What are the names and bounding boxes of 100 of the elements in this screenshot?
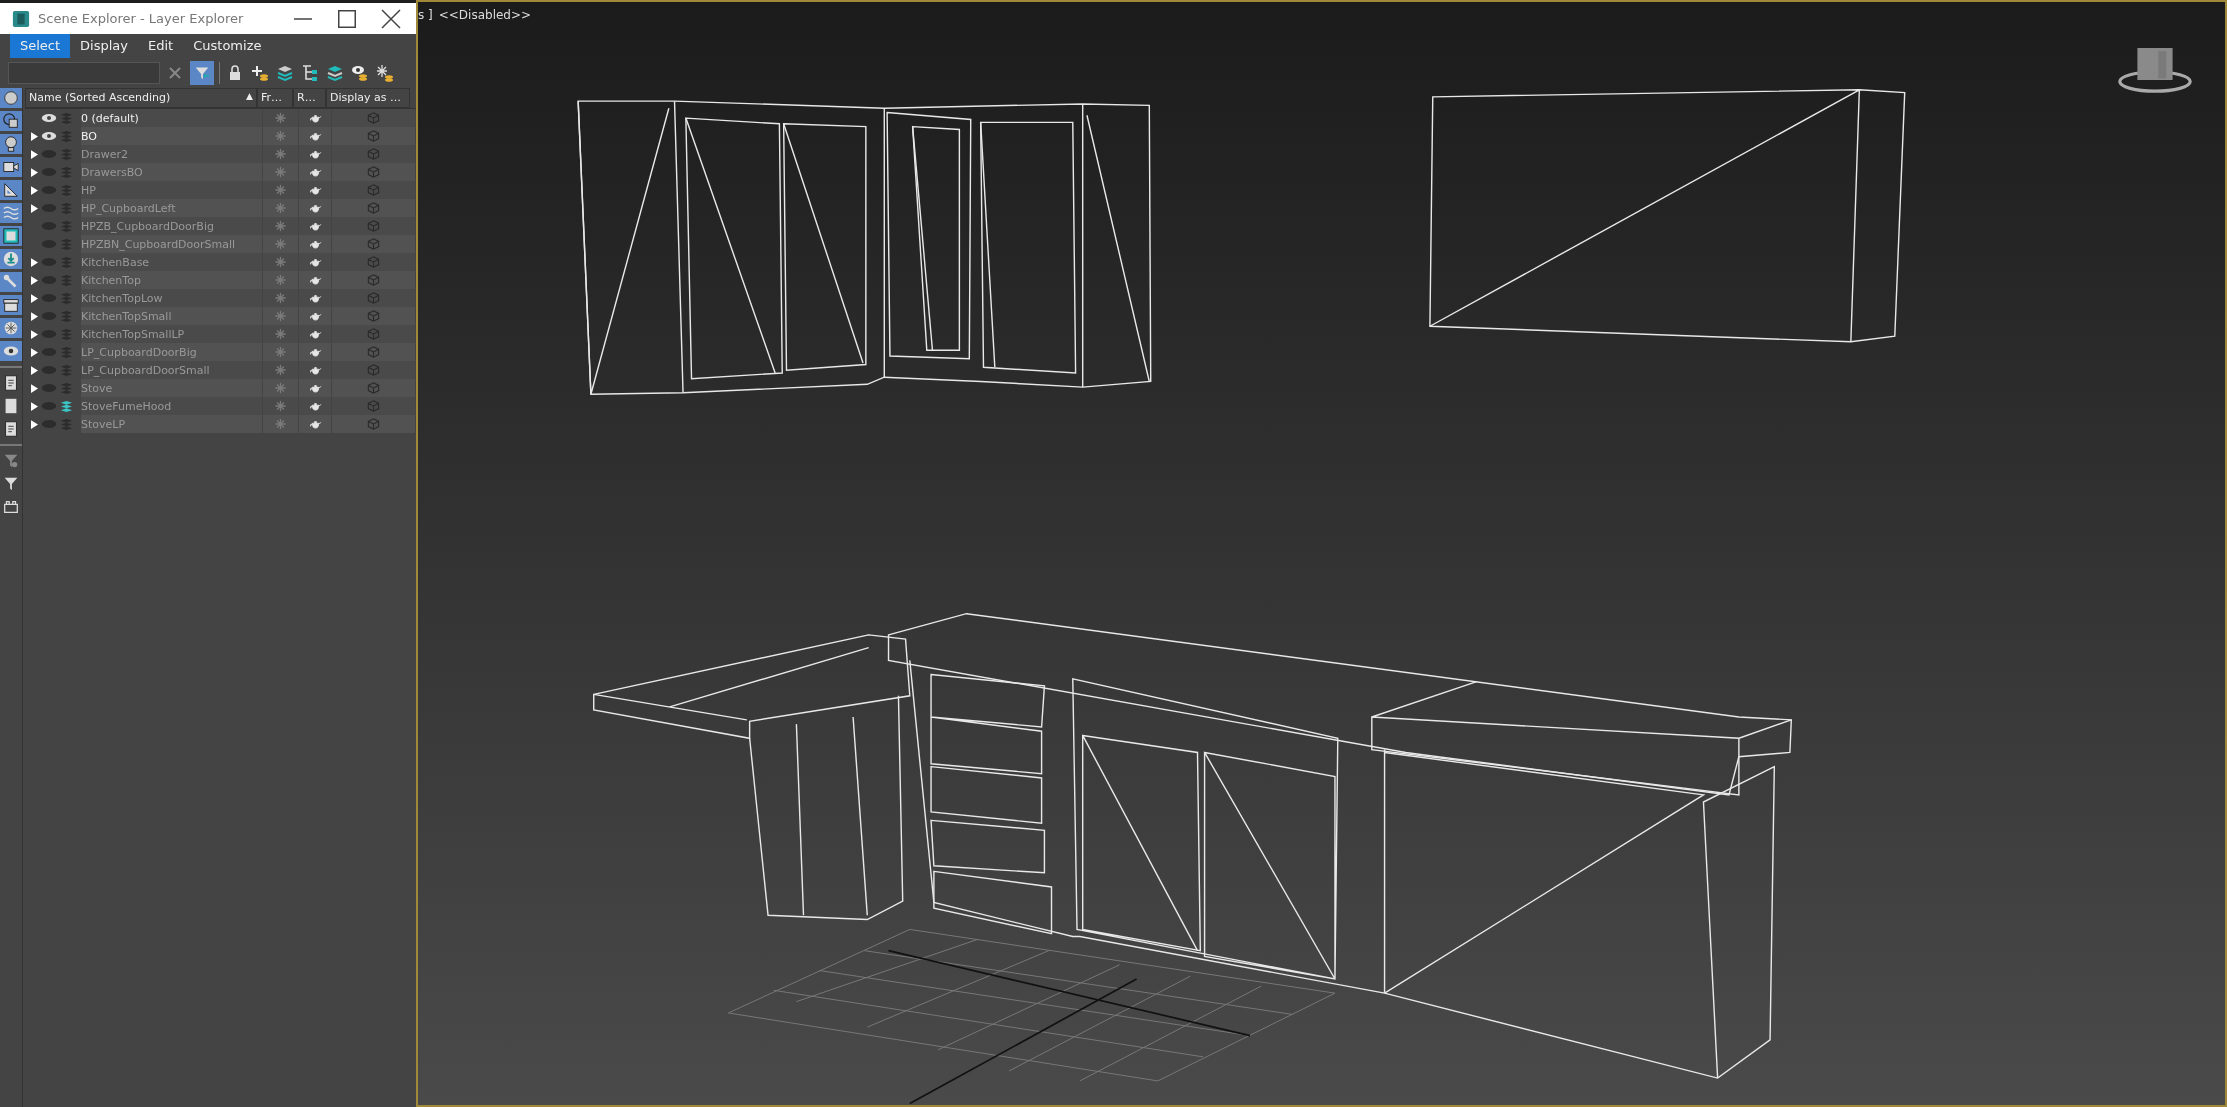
snowflake-icon[interactable] bbox=[274, 400, 287, 412]
snowflake-icon[interactable] bbox=[274, 166, 287, 178]
teapot-icon[interactable] bbox=[308, 184, 322, 196]
eye-icon[interactable] bbox=[41, 113, 57, 123]
snowflake-icon[interactable] bbox=[274, 148, 287, 160]
expand-arrow-icon[interactable] bbox=[31, 347, 38, 357]
hierarchy-icon[interactable] bbox=[300, 63, 320, 83]
box-icon[interactable] bbox=[367, 256, 380, 268]
snowflake-icon[interactable] bbox=[274, 130, 287, 142]
layer-icon[interactable] bbox=[60, 399, 73, 413]
box-icon[interactable] bbox=[367, 130, 380, 142]
group-filter-button[interactable] bbox=[0, 226, 22, 246]
shapes-filter-button[interactable] bbox=[0, 111, 22, 131]
container-filter-button[interactable] bbox=[0, 295, 22, 315]
helper-filter-button[interactable] bbox=[0, 180, 22, 200]
box-icon[interactable] bbox=[367, 382, 380, 394]
add-layer-icon[interactable] bbox=[250, 63, 270, 83]
expand-arrow-icon[interactable] bbox=[31, 365, 38, 375]
box-icon[interactable] bbox=[367, 328, 380, 340]
box-icon[interactable] bbox=[367, 148, 380, 160]
expand-arrow-icon[interactable] bbox=[31, 329, 38, 339]
expand-arrow-icon[interactable] bbox=[31, 275, 38, 285]
box-icon[interactable] bbox=[367, 346, 380, 358]
box-icon[interactable] bbox=[367, 292, 380, 304]
teapot-icon[interactable] bbox=[308, 202, 322, 214]
menu-item[interactable]: Customize bbox=[183, 34, 272, 58]
snowflake-icon[interactable] bbox=[274, 274, 287, 286]
download-filter-button[interactable] bbox=[0, 249, 22, 269]
frozen-column-header[interactable]: Fr… bbox=[257, 88, 293, 108]
box-icon[interactable] bbox=[367, 274, 380, 286]
snowflake-icon[interactable] bbox=[274, 310, 287, 322]
box-icon[interactable] bbox=[367, 112, 380, 124]
teapot-icon[interactable] bbox=[308, 130, 322, 142]
box-icon[interactable] bbox=[367, 166, 380, 178]
box-icon[interactable] bbox=[367, 184, 380, 196]
menu-item[interactable]: Select bbox=[10, 34, 71, 58]
menu-item[interactable]: Display bbox=[70, 34, 139, 58]
teapot-icon[interactable] bbox=[308, 346, 322, 358]
box-icon[interactable] bbox=[367, 418, 380, 430]
box-icon[interactable] bbox=[367, 238, 380, 250]
box-icon[interactable] bbox=[367, 202, 380, 214]
snowflake-icon[interactable] bbox=[274, 418, 287, 430]
snowflake-icon[interactable] bbox=[274, 112, 287, 124]
expand-arrow-icon[interactable] bbox=[31, 293, 38, 303]
render-column-header[interactable]: R… bbox=[293, 88, 326, 108]
teapot-icon[interactable] bbox=[308, 328, 322, 340]
snowflake-icon[interactable] bbox=[274, 364, 287, 376]
teapot-icon[interactable] bbox=[308, 274, 322, 286]
snowflake-icon[interactable] bbox=[274, 238, 287, 250]
expand-arrow-icon[interactable] bbox=[31, 383, 38, 393]
snowflake-icon[interactable] bbox=[274, 382, 287, 394]
box-icon[interactable] bbox=[367, 400, 380, 412]
snowflake-icon[interactable] bbox=[274, 220, 287, 232]
snow-filter-button[interactable] bbox=[0, 318, 22, 338]
teapot-icon[interactable] bbox=[308, 238, 322, 250]
display-column-header[interactable]: Display as … bbox=[326, 88, 410, 108]
light-filter-button[interactable] bbox=[0, 134, 22, 154]
eye-icon[interactable] bbox=[41, 131, 57, 141]
search-field[interactable] bbox=[8, 62, 160, 84]
expand-arrow-icon[interactable] bbox=[31, 401, 38, 411]
teapot-icon[interactable] bbox=[308, 112, 322, 124]
teapot-icon[interactable] bbox=[308, 382, 322, 394]
snowflake-icon[interactable] bbox=[274, 256, 287, 268]
circle-filter-button[interactable] bbox=[0, 88, 22, 108]
box-icon[interactable] bbox=[367, 364, 380, 376]
expand-arrow-icon[interactable] bbox=[31, 203, 38, 213]
box-icon[interactable] bbox=[367, 220, 380, 232]
layers-icon[interactable] bbox=[325, 63, 345, 83]
teapot-icon[interactable] bbox=[308, 364, 322, 376]
teapot-icon[interactable] bbox=[308, 400, 322, 412]
snowflake-icon[interactable] bbox=[274, 346, 287, 358]
eye-filter-button[interactable] bbox=[0, 341, 22, 361]
expand-arrow-icon[interactable] bbox=[31, 419, 38, 429]
menu-item[interactable]: Edit bbox=[138, 34, 184, 58]
teapot-icon[interactable] bbox=[308, 418, 322, 430]
camera-filter-button[interactable] bbox=[0, 157, 22, 177]
expand-arrow-icon[interactable] bbox=[31, 185, 38, 195]
hidden-eye-icon[interactable] bbox=[41, 221, 57, 231]
freeze-layer-icon[interactable] bbox=[375, 63, 395, 83]
expand-arrow-icon[interactable] bbox=[31, 167, 38, 177]
snowflake-icon[interactable] bbox=[274, 202, 287, 214]
snowflake-icon[interactable] bbox=[274, 328, 287, 340]
expand-arrow-icon[interactable] bbox=[31, 131, 38, 141]
snowflake-icon[interactable] bbox=[274, 292, 287, 304]
viewport-label[interactable]: s ] bbox=[418, 8, 433, 22]
name-column-header[interactable]: Name (Sorted Ascending) ▲ bbox=[25, 88, 257, 108]
teapot-icon[interactable] bbox=[308, 220, 322, 232]
hidden-eye-icon[interactable] bbox=[41, 239, 57, 249]
teapot-icon[interactable] bbox=[308, 166, 322, 178]
filter-button[interactable] bbox=[190, 61, 214, 85]
box-icon[interactable] bbox=[367, 310, 380, 322]
layers-add-icon[interactable] bbox=[275, 63, 295, 83]
eye-layer-icon[interactable] bbox=[350, 63, 370, 83]
expand-arrow-icon[interactable] bbox=[31, 311, 38, 321]
teapot-icon[interactable] bbox=[308, 256, 322, 268]
teapot-icon[interactable] bbox=[308, 148, 322, 160]
viewport[interactable]: s ] <<Disabled>> bbox=[416, 0, 2227, 1107]
teapot-icon[interactable] bbox=[308, 292, 322, 304]
viewport-label[interactable]: <<Disabled>> bbox=[438, 8, 532, 22]
expand-arrow-icon[interactable] bbox=[31, 149, 38, 159]
